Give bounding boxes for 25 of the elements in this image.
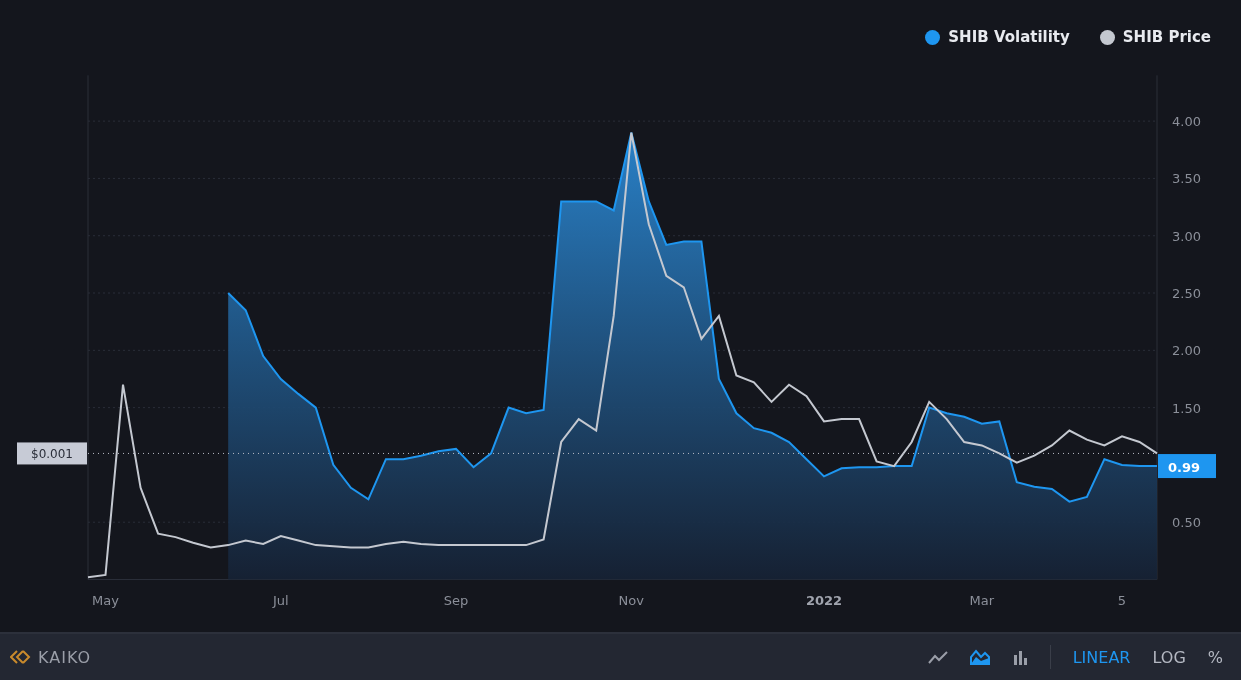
- x-axis-label: May: [92, 593, 119, 608]
- y-axis-label: 2.00: [1172, 343, 1201, 359]
- y-axis-label: 3.00: [1172, 228, 1201, 244]
- x-axis-label: Sep: [443, 593, 469, 608]
- legend-label: SHIB Price: [1122, 28, 1211, 46]
- price-label: $0.001: [17, 442, 87, 465]
- last-value-badge: 0.99: [1158, 454, 1216, 479]
- x-axis-label: Jul: [272, 593, 289, 608]
- y-axis-label: 1.50: [1172, 400, 1201, 416]
- scale-button[interactable]: LOG: [1144, 643, 1194, 671]
- scale-button[interactable]: LINEAR: [1064, 643, 1139, 671]
- y-axis-label: 2.50: [1172, 286, 1201, 301]
- legend-label: SHIB Volatility: [948, 28, 1070, 46]
- area-chart-icon: [969, 649, 990, 665]
- scale-button[interactable]: %: [1199, 643, 1231, 671]
- line-chart-icon: [927, 649, 948, 665]
- x-axis-label: 2022: [805, 593, 843, 608]
- x-axis-label: 5: [1117, 593, 1127, 608]
- x-axis-label: Nov: [618, 593, 644, 608]
- source-logo-text: KAIKO: [38, 647, 92, 667]
- x-axis-label: Mar: [969, 593, 994, 608]
- y-axis-label: 3.50: [1172, 171, 1201, 187]
- y-axis-label: 0.50: [1172, 515, 1201, 531]
- y-axis-label: 4.00: [1172, 114, 1201, 130]
- bar-chart-icon: [1011, 649, 1028, 665]
